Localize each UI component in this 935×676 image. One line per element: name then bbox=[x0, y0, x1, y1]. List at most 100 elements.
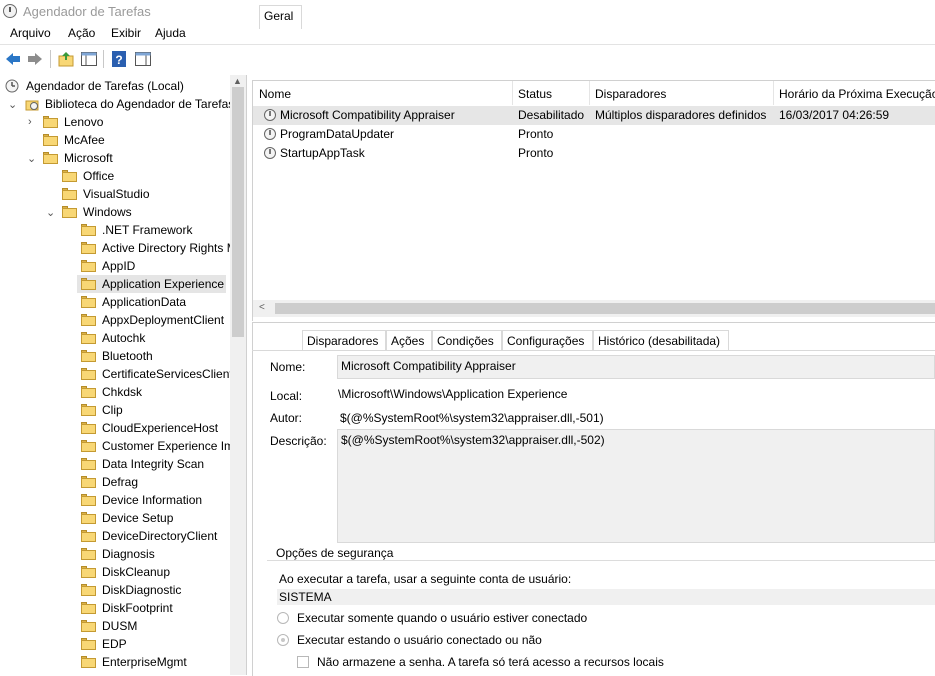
tree-root[interactable]: Agendador de Tarefas (Local) bbox=[0, 77, 230, 95]
folder-icon bbox=[43, 152, 58, 164]
tree-item-windows-child[interactable]: CloudExperienceHost bbox=[77, 419, 226, 437]
tree-item-library[interactable]: ⌄ Biblioteca do Agendador de Tarefas bbox=[0, 95, 234, 113]
tree-item-windows-child[interactable]: Customer Experience Im bbox=[77, 437, 234, 455]
menu-exibir[interactable]: Exibir bbox=[111, 26, 141, 40]
tree-item-lenovo[interactable]: › Lenovo bbox=[0, 113, 230, 131]
folder-icon bbox=[81, 296, 96, 308]
tree-item-label: Diagnosis bbox=[102, 547, 155, 561]
task-status: Desabilitado bbox=[518, 108, 585, 122]
tree-item-windows-child[interactable]: Application Experience bbox=[77, 275, 226, 293]
chevron-down-icon[interactable]: ⌄ bbox=[8, 98, 17, 111]
tree-item-label: AppID bbox=[102, 259, 136, 273]
name-field[interactable]: Microsoft Compatibility Appraiser bbox=[337, 355, 935, 379]
column-label: Status bbox=[518, 87, 553, 101]
tree-item-windows-child[interactable]: Autochk bbox=[77, 329, 226, 347]
up-folder-icon[interactable] bbox=[57, 50, 75, 68]
action-pane-icon[interactable] bbox=[134, 50, 152, 68]
tree-item-windows-child[interactable]: CertificateServicesClient bbox=[77, 365, 233, 383]
scroll-up-arrow-icon[interactable]: ▲ bbox=[233, 76, 242, 86]
account-prompt: Ao executar a tarefa, usar a seguinte co… bbox=[279, 572, 572, 586]
menu-arquivo[interactable]: Arquivo bbox=[10, 26, 51, 40]
run-whether-logged-on-radio[interactable] bbox=[277, 634, 289, 646]
tree-item-windows-child[interactable]: Chkdsk bbox=[77, 383, 226, 401]
tree-item-windows[interactable]: ⌄ Windows bbox=[0, 203, 230, 221]
tree-item-windows-child[interactable]: Diagnosis bbox=[77, 545, 226, 563]
tree-item-windows-child[interactable]: DeviceDirectoryClient bbox=[77, 527, 226, 545]
tree-item-windows-child[interactable]: Defrag bbox=[77, 473, 226, 491]
tree-item-label: CloudExperienceHost bbox=[102, 421, 219, 435]
account-field: SISTEMA bbox=[277, 589, 935, 605]
tree-item-windows-child[interactable]: Active Directory Rights M bbox=[77, 239, 237, 257]
tree-item-windows-child[interactable]: EDP bbox=[77, 635, 226, 653]
chevron-right-icon[interactable]: › bbox=[28, 116, 32, 128]
tab-condicoes[interactable]: Condições bbox=[432, 330, 502, 350]
tree-item-mcafee[interactable]: McAfee bbox=[0, 131, 230, 149]
tree-item-windows-child[interactable]: AppID bbox=[77, 257, 226, 275]
tab-historico[interactable]: Histórico (desabilitada) bbox=[593, 330, 729, 350]
tree-item-windows-child[interactable]: Data Integrity Scan bbox=[77, 455, 226, 473]
scrollbar-thumb[interactable] bbox=[275, 303, 935, 314]
location-label: Local: bbox=[270, 389, 303, 403]
tree-item-windows-child[interactable]: DiskFootprint bbox=[77, 599, 226, 617]
tree-item-windows-child[interactable]: AppxDeploymentClient bbox=[77, 311, 226, 329]
folder-icon bbox=[62, 188, 77, 200]
svg-text:?: ? bbox=[115, 53, 122, 67]
menu-ajuda[interactable]: Ajuda bbox=[155, 26, 186, 40]
tree-item-windows-child[interactable]: Bluetooth bbox=[77, 347, 226, 365]
help-icon[interactable]: ? bbox=[110, 50, 128, 68]
forward-arrow-icon[interactable] bbox=[26, 50, 44, 68]
tab-disparadores[interactable]: Disparadores bbox=[302, 330, 386, 350]
folder-icon bbox=[81, 350, 96, 362]
show-hide-pane-icon[interactable] bbox=[80, 50, 98, 68]
tree-item-windows-child[interactable]: .NET Framework bbox=[77, 221, 226, 239]
tab-acoes[interactable]: Ações bbox=[386, 330, 432, 350]
do-not-store-password-checkbox[interactable] bbox=[297, 656, 309, 668]
folder-icon bbox=[81, 458, 96, 470]
tree-item-label: DUSM bbox=[102, 619, 138, 633]
tree-item-office[interactable]: Office bbox=[0, 167, 230, 185]
tree-item-label: DiskCleanup bbox=[102, 565, 171, 579]
chevron-down-icon[interactable]: ⌄ bbox=[27, 152, 36, 165]
description-field[interactable]: $(@%SystemRoot%\system32\appraiser.dll,-… bbox=[337, 429, 935, 543]
folder-icon bbox=[81, 566, 96, 578]
task-scheduler-clock-icon bbox=[3, 4, 17, 18]
tab-label: Histórico (desabilitada) bbox=[598, 334, 721, 348]
task-row[interactable]: Microsoft Compatibility Appraiser Desabi… bbox=[253, 106, 935, 125]
tree-item-windows-child[interactable]: DiskDiagnostic bbox=[77, 581, 226, 599]
do-not-store-password-label: Não armazene a senha. A tarefa só terá a… bbox=[317, 655, 664, 669]
tree-item-microsoft[interactable]: ⌄ Microsoft bbox=[0, 149, 230, 167]
back-arrow-icon[interactable] bbox=[4, 50, 22, 68]
tree-item-windows-child[interactable]: Clip bbox=[77, 401, 226, 419]
tree-item-windows-child[interactable]: DUSM bbox=[77, 617, 226, 635]
folder-icon bbox=[81, 332, 96, 344]
scroll-left-arrow-icon[interactable]: < bbox=[259, 302, 265, 313]
column-label: Disparadores bbox=[595, 87, 667, 101]
column-header-status[interactable]: Status bbox=[512, 81, 590, 105]
tree-item-windows-child[interactable]: ApplicationData bbox=[77, 293, 226, 311]
tree-vertical-scrollbar[interactable]: ▲ bbox=[230, 75, 246, 675]
column-header-proxima-execucao[interactable]: Horário da Próxima Execução bbox=[773, 81, 935, 105]
tree-item-windows-child[interactable]: Device Information bbox=[77, 491, 226, 509]
tree-item-windows-child[interactable]: Device Setup bbox=[77, 509, 226, 527]
folder-icon bbox=[81, 224, 96, 236]
list-horizontal-scrollbar[interactable]: < bbox=[253, 300, 935, 317]
task-row[interactable]: StartupAppTask Pronto bbox=[253, 144, 935, 163]
column-header-disparadores[interactable]: Disparadores bbox=[589, 81, 774, 105]
column-header-nome[interactable]: Nome bbox=[253, 81, 513, 105]
chevron-down-icon[interactable]: ⌄ bbox=[46, 206, 55, 219]
tab-configuracoes[interactable]: Configurações bbox=[502, 330, 593, 350]
folder-icon bbox=[81, 602, 96, 614]
tree-item-label: ApplicationData bbox=[102, 295, 187, 309]
toolbar: ? bbox=[0, 44, 935, 73]
run-only-logged-on-radio[interactable] bbox=[277, 612, 289, 624]
tree-item-windows-child[interactable]: DiskCleanup bbox=[77, 563, 226, 581]
tree-item-windows-child[interactable]: EnterpriseMgmt bbox=[77, 653, 226, 671]
tree-item-label: DiskDiagnostic bbox=[102, 583, 182, 597]
run-whether-logged-on-label: Executar estando o usuário conectado ou … bbox=[297, 633, 542, 647]
task-row[interactable]: ProgramDataUpdater Pronto bbox=[253, 125, 935, 144]
tab-geral[interactable]: Geral bbox=[259, 5, 302, 29]
menu-acao[interactable]: Ação bbox=[68, 26, 95, 40]
tree-item-visualstudio[interactable]: VisualStudio bbox=[0, 185, 230, 203]
scrollbar-thumb[interactable] bbox=[232, 87, 244, 337]
tree-item-label: Autochk bbox=[102, 331, 146, 345]
